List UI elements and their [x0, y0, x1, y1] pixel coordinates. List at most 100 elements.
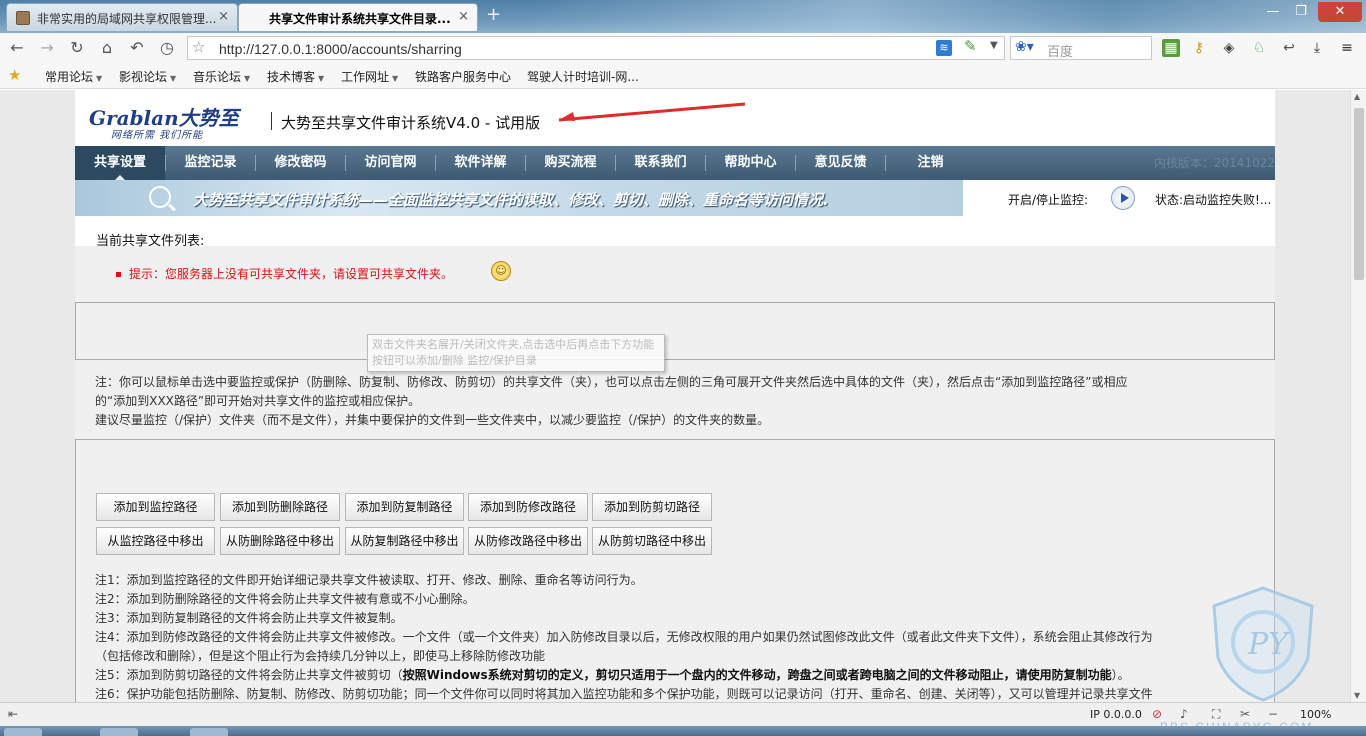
add-anti-delete-path-button[interactable]: 添加到防删除路径 [220, 493, 340, 521]
menu-purchase[interactable]: 购买流程 [526, 146, 615, 180]
undo-icon[interactable]: ↶ [126, 37, 148, 59]
note-line: 建议尽量监控（/保护）文件夹（而不是文件），并集中要保护的文件到一些文件夹中，以… [95, 413, 770, 427]
add-monitor-path-button[interactable]: 添加到监控路径 [96, 493, 215, 521]
bookmark-item[interactable]: 驾驶人计时培训-网... [527, 68, 639, 85]
map-icon[interactable]: ▦ [1162, 39, 1180, 57]
window-close-icon[interactable]: ✕ [1318, 2, 1362, 22]
speed-mode-icon[interactable]: ≋ [936, 40, 952, 56]
remove-monitor-path-button[interactable]: 从监控路径中移出 [96, 527, 215, 555]
kernel-version: 内核版本：20141022 [1153, 156, 1275, 170]
chevron-down-icon: ▼ [96, 74, 103, 83]
watermark-letters: PY [1247, 627, 1291, 662]
menu-help[interactable]: 帮助中心 [706, 146, 795, 180]
vertical-scrollbar[interactable]: ▲ ▼ [1350, 90, 1366, 702]
extension-icon[interactable]: ✎ [964, 37, 977, 55]
bookmark-item[interactable]: 影视论坛 ▼ [119, 68, 176, 85]
bookmark-item[interactable]: 工作网址 ▼ [341, 68, 398, 85]
tools-icon[interactable]: ✂ [1240, 707, 1250, 721]
tab-bar: 非常实用的局域网共享权限管理... × 共享文件审计系统共享文件目录... × … [0, 0, 1366, 33]
bookmark-item[interactable]: 常用论坛 ▼ [45, 68, 102, 85]
note-line: 注：你可以鼠标单击选中要监控或保护（防删除、防复制、防修改、防剪切）的共享文件（… [95, 375, 1128, 389]
browser-tab-1[interactable]: 非常实用的局域网共享权限管理... × [6, 3, 238, 31]
monitor-toggle-label: 开启/停止监控: [1008, 193, 1089, 207]
remove-anti-modify-path-button[interactable]: 从防修改路径中移出 [468, 527, 588, 555]
tab-close-icon[interactable]: × [218, 9, 229, 24]
download-icon[interactable]: ⤓ [1308, 39, 1326, 57]
baidu-paw-icon[interactable]: ❀▾ [1015, 39, 1034, 55]
scroll-up-icon[interactable]: ▲ [1354, 92, 1360, 101]
tooltip: 双击文件夹名展开/关闭文件夹,点击选中后再点击下方功能按钮可以添加/删除 监控/… [367, 334, 665, 372]
banner-slogan: 大势至共享文件审计系统——全面监控共享文件的读取、修改、剪切、删除、重命名等访问… [193, 191, 829, 209]
remove-anti-copy-path-button[interactable]: 从防复制路径中移出 [345, 527, 464, 555]
sidebar-toggle-icon[interactable]: ⇤ [8, 707, 18, 721]
share-folder-tree[interactable] [75, 302, 1275, 360]
tab-title: 非常实用的局域网共享权限管理... [37, 12, 217, 26]
new-tab-icon[interactable]: + [486, 4, 501, 25]
menu-monitor-records[interactable]: 监控记录 [166, 146, 255, 180]
smiley-icon: ☺ [491, 261, 511, 281]
header-divider [271, 112, 272, 130]
menu-logout[interactable]: 注销 [886, 146, 975, 180]
warning-hint: 提示：您服务器上没有可共享文件夹，请设置可共享文件夹。 [116, 265, 453, 282]
home-icon[interactable]: ⌂ [96, 37, 118, 59]
tab-close-icon[interactable]: × [458, 9, 469, 24]
bookmark-star-icon[interactable]: ☆ [192, 38, 205, 56]
note-line: 的“添加到XXX路径”即可开始对共享文件的监控或相应保护。 [95, 394, 421, 408]
scrollbar-thumb[interactable] [1354, 108, 1364, 280]
key-icon[interactable]: ⚷ [1190, 39, 1208, 57]
address-dropdown-icon[interactable]: ▼ [990, 40, 998, 51]
volume-icon[interactable]: ♪ [1180, 707, 1188, 721]
remove-anti-delete-path-button[interactable]: 从防删除路径中移出 [220, 527, 340, 555]
add-anti-modify-path-button[interactable]: 添加到防修改路径 [468, 493, 588, 521]
search-input[interactable]: 百度 [1047, 41, 1073, 60]
user-icon[interactable]: ♘ [1250, 39, 1268, 57]
history-icon[interactable]: ◷ [156, 37, 178, 59]
menu-share-settings[interactable]: 共享设置 [75, 146, 165, 180]
zoom-out-icon[interactable]: − [1268, 707, 1278, 721]
bookmark-item[interactable]: 音乐论坛 ▼ [193, 68, 250, 85]
page-title: 大势至共享文件审计系统V4.0 - 试用版 [281, 114, 541, 132]
back-icon[interactable]: ← [6, 37, 28, 59]
search-box[interactable]: ❀▾ 百度 [1010, 36, 1152, 60]
chevron-down-icon: ▼ [392, 74, 399, 83]
block-icon[interactable]: ⊘ [1152, 707, 1162, 721]
main-menu: 共享设置 监控记录 修改密码 访问官网 软件详解 购买流程 联系我们 帮助中心 … [75, 146, 1275, 180]
maximize-icon[interactable]: ❐ [1288, 2, 1314, 22]
browser-tab-2[interactable]: 共享文件审计系统共享文件目录... × [238, 3, 478, 31]
favorites-star-icon[interactable]: ★ [8, 66, 21, 84]
settings-menu-icon[interactable]: ≡ [1338, 39, 1356, 57]
navigation-toolbar: ← → ↻ ⌂ ↶ ◷ ☆ http://127.0.0.1:8000/acco… [0, 33, 1366, 63]
play-icon[interactable] [1111, 186, 1135, 210]
banner: 大势至共享文件审计系统——全面监控共享文件的读取、修改、剪切、删除、重命名等访问… [75, 180, 1275, 216]
bookmark-item[interactable]: 技术博客 ▼ [267, 68, 324, 85]
taskbar-button[interactable] [4, 728, 42, 736]
add-anti-cut-path-button[interactable]: 添加到防剪切路径 [592, 493, 712, 521]
menu-official-site[interactable]: 访问官网 [346, 146, 435, 180]
add-anti-copy-path-button[interactable]: 添加到防复制路径 [345, 493, 464, 521]
scroll-down-icon[interactable]: ▼ [1354, 691, 1360, 700]
page-viewport: Grablan大势至 网络所需 我们所能 大势至共享文件审计系统V4.0 - 试… [0, 90, 1350, 702]
remove-anti-cut-path-button[interactable]: 从防剪切路径中移出 [592, 527, 712, 555]
bullet-icon [116, 272, 121, 277]
tag-icon[interactable]: ◈ [1220, 39, 1238, 57]
bookmark-item[interactable]: 铁路客户服务中心 [415, 68, 511, 85]
minimize-icon[interactable]: — [1260, 2, 1286, 22]
logo-slogan: 网络所需 我们所能 [111, 130, 204, 141]
forward-icon[interactable]: → [36, 37, 58, 59]
menu-icon[interactable]: ↩ [1280, 39, 1298, 57]
address-bar[interactable]: ☆ http://127.0.0.1:8000/accounts/sharrin… [187, 36, 1005, 60]
url-text[interactable]: http://127.0.0.1:8000/accounts/sharring [219, 41, 462, 57]
menu-feedback[interactable]: 意见反馈 [796, 146, 885, 180]
monitor-status: 状态:启动监控失败!... [1155, 193, 1272, 207]
taskbar-button[interactable] [100, 728, 138, 736]
hint-text: 提示：您服务器上没有可共享文件夹，请设置可共享文件夹。 [129, 267, 454, 281]
menu-contact[interactable]: 联系我们 [616, 146, 705, 180]
app-page: Grablan大势至 网络所需 我们所能 大势至共享文件审计系统V4.0 - 试… [75, 90, 1275, 702]
reload-icon[interactable]: ↻ [66, 37, 88, 59]
os-taskbar [0, 726, 1366, 736]
menu-software-details[interactable]: 软件详解 [436, 146, 525, 180]
menu-change-password[interactable]: 修改密码 [256, 146, 345, 180]
taskbar-button[interactable] [190, 728, 228, 736]
feature-notes: 注1：添加到监控路径的文件即开始详细记录共享文件被读取、打开、修改、删除、重命名… [95, 571, 1260, 702]
chevron-down-icon: ▼ [318, 74, 325, 83]
